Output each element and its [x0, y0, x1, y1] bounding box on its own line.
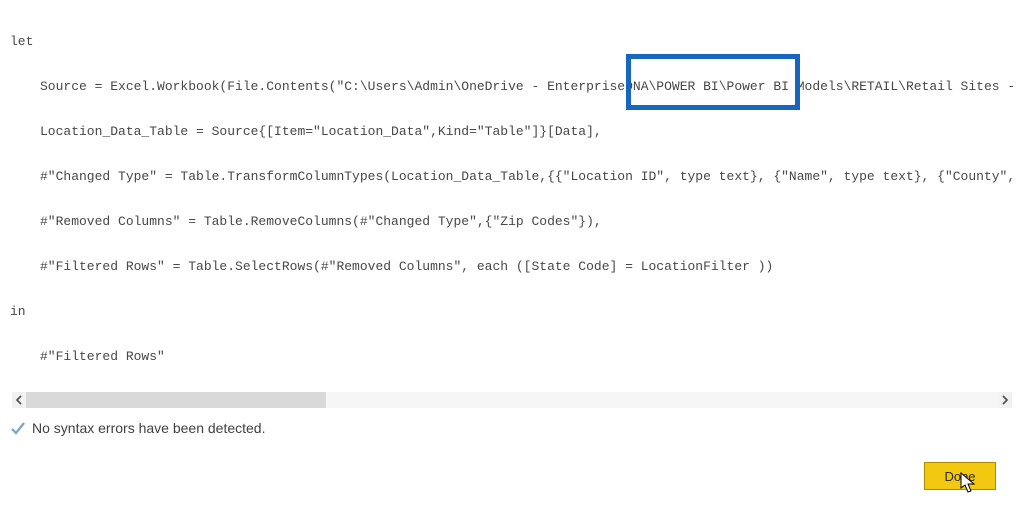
done-button-label: Done: [944, 469, 975, 484]
code-editor[interactable]: let Source = Excel.Workbook(File.Content…: [0, 0, 1024, 390]
scroll-track[interactable]: [26, 392, 998, 408]
code-line: #"Changed Type" = Table.TransformColumnT…: [10, 169, 1018, 184]
scroll-right-arrow-icon[interactable]: [998, 392, 1012, 408]
code-line: let: [10, 34, 1018, 49]
syntax-status-text: No syntax errors have been detected.: [32, 420, 265, 436]
code-line: Source = Excel.Workbook(File.Contents("C…: [10, 79, 1018, 94]
done-button[interactable]: Done: [924, 462, 996, 490]
syntax-status: No syntax errors have been detected.: [10, 420, 265, 436]
code-line: #"Removed Columns" = Table.RemoveColumns…: [10, 214, 1018, 229]
code-line: #"Filtered Rows": [10, 349, 1018, 364]
scroll-left-arrow-icon[interactable]: [12, 392, 26, 408]
scroll-thumb[interactable]: [26, 392, 326, 408]
code-line: Location_Data_Table = Source{[Item="Loca…: [10, 124, 1018, 139]
code-line: in: [10, 304, 1018, 319]
check-icon: [10, 420, 26, 436]
advanced-editor-pane: let Source = Excel.Workbook(File.Content…: [0, 0, 1024, 506]
horizontal-scrollbar[interactable]: [12, 392, 1012, 408]
code-line: #"Filtered Rows" = Table.SelectRows(#"Re…: [10, 259, 1018, 274]
